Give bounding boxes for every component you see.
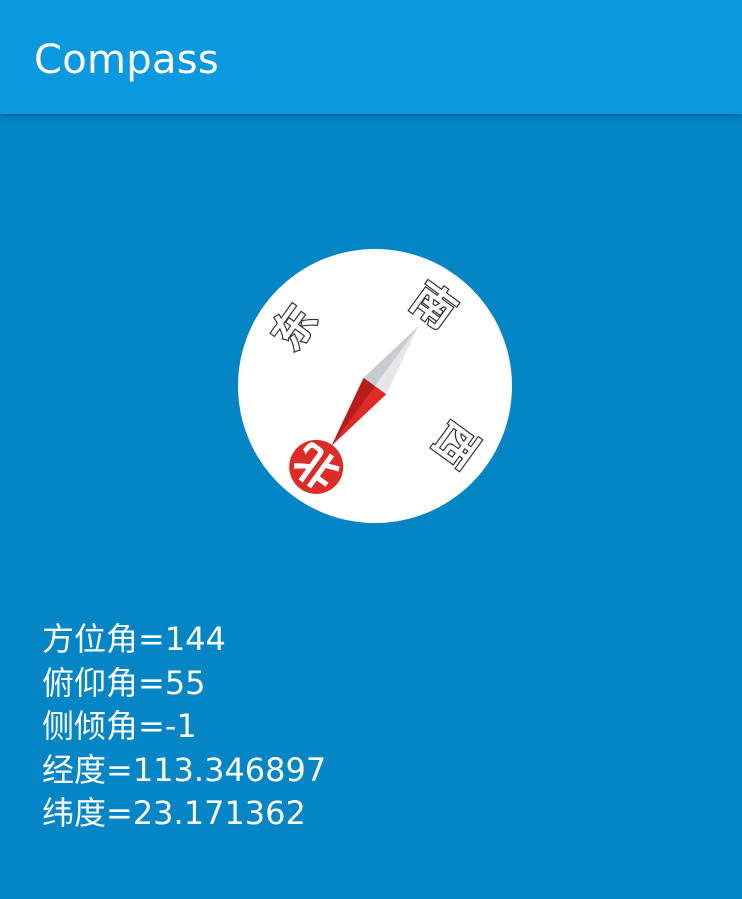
longitude-reading: 经度=113.346897 bbox=[42, 750, 327, 789]
app-title: Compass bbox=[34, 37, 220, 83]
latitude-reading: 纬度=23.171362 bbox=[42, 794, 306, 832]
pitch-reading: 俯仰角=55 bbox=[42, 663, 206, 702]
roll-reading: 侧倾角=-1 bbox=[42, 707, 197, 745]
sensor-readings: 方位角=144 俯仰角=55 侧倾角=-1 经度=113.346897 纬度=2… bbox=[42, 618, 642, 836]
app-bar: Compass bbox=[0, 0, 742, 114]
azimuth-reading: 方位角=144 bbox=[42, 620, 226, 658]
compass-dial: 北 南 东 西 bbox=[237, 248, 513, 524]
